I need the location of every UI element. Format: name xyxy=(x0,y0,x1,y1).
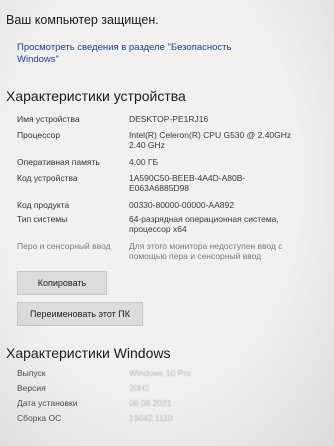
device-specs-heading: Характеристики устройства xyxy=(6,88,186,104)
about-page: Ваш компьютер защищен. Просмотреть сведе… xyxy=(0,0,334,446)
spec-value: 20H2 xyxy=(129,383,150,393)
spec-label: Оперативная память xyxy=(17,157,100,167)
spec-label: Сборка ОС xyxy=(17,413,62,423)
spec-value: 06.08.2021 xyxy=(129,398,172,408)
windows-security-link[interactable]: Просмотреть сведения в разделе "Безопасн… xyxy=(17,42,257,66)
spec-label: Выпуск xyxy=(17,368,46,378)
copy-button[interactable]: Копировать xyxy=(17,271,107,295)
spec-label: Перо и сенсорный ввод xyxy=(17,241,111,251)
spec-value: DESKTOP-PE1RJ16 xyxy=(129,114,209,124)
spec-label: Код устройства xyxy=(17,173,78,183)
spec-value: 4.00 ГБ xyxy=(129,157,159,167)
rename-pc-button[interactable]: Переименовать этот ПК xyxy=(17,302,143,326)
spec-value: 00330-80000-00000-AA892 xyxy=(129,200,234,210)
spec-value: Для этого монитора недоступен ввод с пом… xyxy=(129,241,283,261)
spec-label: Имя устройства xyxy=(17,114,80,124)
protection-status-title: Ваш компьютер защищен. xyxy=(6,13,159,27)
spec-label: Версия xyxy=(17,383,46,393)
spec-label: Код продукта xyxy=(17,200,70,210)
windows-specs-heading: Характеристики Windows xyxy=(6,345,171,361)
spec-value: 1A590C50-BEEB-4A4D-A80B-E063A6885D98 xyxy=(129,173,246,193)
spec-value: 19042.1110 xyxy=(129,413,173,423)
spec-label: Тип системы xyxy=(17,214,68,224)
spec-label: Дата установки xyxy=(17,398,78,408)
spec-label: Процессор xyxy=(17,130,61,140)
spec-value: Intel(R) Celeron(R) CPU G530 @ 2.40GHz 2… xyxy=(129,130,292,150)
spec-value: Windows 10 Pro xyxy=(129,368,191,378)
spec-value: 64-разрядная операционная система, проце… xyxy=(129,214,279,234)
